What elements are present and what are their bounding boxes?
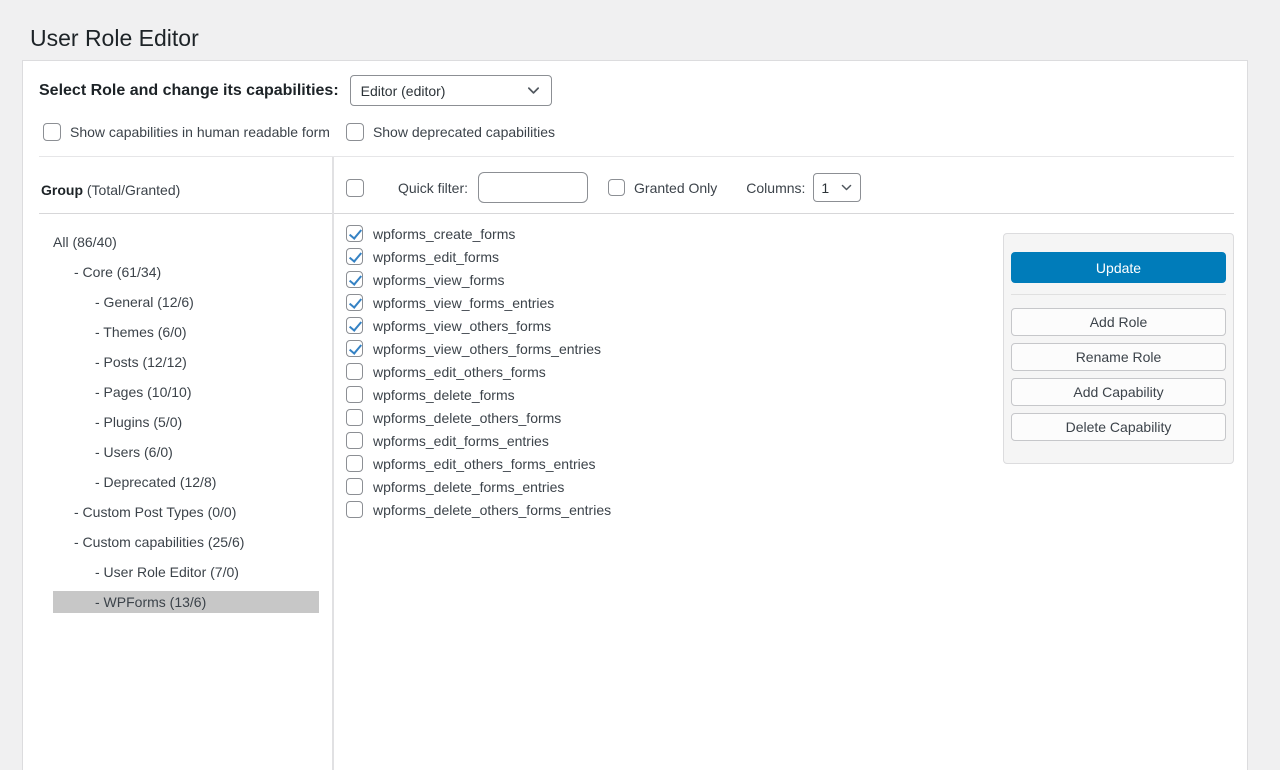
group-tree-item[interactable]: - User Role Editor (7/0) [53,561,319,583]
show-deprecated-checkbox[interactable] [346,123,364,141]
capability-row[interactable]: wpforms_edit_others_forms [346,363,611,380]
capability-row[interactable]: wpforms_edit_forms [346,248,611,265]
capability-label[interactable]: wpforms_delete_others_forms_entries [373,502,611,518]
capability-label[interactable]: wpforms_edit_forms [373,249,499,265]
quick-filter-input[interactable] [478,172,588,203]
capability-checkbox[interactable] [346,363,363,380]
panel-divider [1011,294,1226,295]
group-tree-item[interactable]: - General (12/6) [53,291,319,313]
add-capability-button[interactable]: Add Capability [1011,378,1226,406]
rename-role-button[interactable]: Rename Role [1011,343,1226,371]
capability-row[interactable]: wpforms_edit_forms_entries [346,432,611,449]
group-tree-item[interactable]: All (86/40) [53,231,319,253]
capability-checkbox[interactable] [346,478,363,495]
capability-row[interactable]: wpforms_view_others_forms [346,317,611,334]
capability-row[interactable]: wpforms_delete_forms_entries [346,478,611,495]
capability-checkbox[interactable] [346,432,363,449]
capability-row[interactable]: wpforms_delete_forms [346,386,611,403]
vertical-divider [332,157,334,770]
capability-checkbox[interactable] [346,340,363,357]
role-selector-row: Select Role and change its capabilities:… [39,75,552,106]
group-tree-item[interactable]: - Custom Post Types (0/0) [53,501,319,523]
page-title: User Role Editor [30,24,199,54]
group-tree-item[interactable]: - Themes (6/0) [53,321,319,343]
capability-checkbox[interactable] [346,409,363,426]
group-tree-item[interactable]: - WPForms (13/6) [53,591,319,613]
human-readable-toggle[interactable]: Show capabilities in human readable form [43,123,330,141]
columns-label: Columns: [746,180,805,196]
select-all-checkbox[interactable] [346,179,364,197]
capability-label[interactable]: wpforms_edit_others_forms [373,364,546,380]
capability-checkbox[interactable] [346,294,363,311]
filter-bar: Quick filter: Granted Only Columns: 1 [346,172,861,203]
actions-panel: Update Add Role Rename Role Add Capabili… [1003,233,1234,464]
capability-row[interactable]: wpforms_view_forms [346,271,611,288]
chevron-down-icon [840,181,853,194]
capability-checkbox[interactable] [346,386,363,403]
horizontal-divider [39,156,1234,157]
capability-row[interactable]: wpforms_delete_others_forms_entries [346,501,611,518]
group-tree-item[interactable]: - Custom capabilities (25/6) [53,531,319,553]
capability-row[interactable]: wpforms_create_forms [346,225,611,242]
capability-row[interactable]: wpforms_edit_others_forms_entries [346,455,611,472]
group-tree-item[interactable]: - Deprecated (12/8) [53,471,319,493]
capability-checkbox[interactable] [346,317,363,334]
group-tree-item[interactable]: - Pages (10/10) [53,381,319,403]
user-role-editor-panel: Select Role and change its capabilities:… [22,60,1248,770]
group-header-suffix: (Total/Granted) [83,182,180,198]
role-select-value: Editor (editor) [361,83,446,99]
capability-label[interactable]: wpforms_edit_others_forms_entries [373,456,596,472]
chevron-down-icon [526,83,541,98]
capability-label[interactable]: wpforms_delete_forms_entries [373,479,564,495]
capability-label[interactable]: wpforms_view_forms [373,272,504,288]
capability-label[interactable]: wpforms_view_others_forms_entries [373,341,601,357]
capability-label[interactable]: wpforms_edit_forms_entries [373,433,549,449]
capability-checkbox[interactable] [346,225,363,242]
update-button[interactable]: Update [1011,252,1226,283]
group-tree-item[interactable]: - Users (6/0) [53,441,319,463]
group-tree-item[interactable]: - Posts (12/12) [53,351,319,373]
capability-label[interactable]: wpforms_delete_forms [373,387,515,403]
human-readable-checkbox[interactable] [43,123,61,141]
horizontal-divider [39,213,1234,214]
granted-only-checkbox[interactable] [608,179,625,196]
human-readable-label[interactable]: Show capabilities in human readable form [70,124,330,140]
quick-filter-label: Quick filter: [398,180,468,196]
groups-tree: All (86/40) - Core (61/34) - General (12/6… [23,231,332,621]
role-select[interactable]: Editor (editor) [350,75,552,106]
capability-label[interactable]: wpforms_view_others_forms [373,318,551,334]
delete-capability-button[interactable]: Delete Capability [1011,413,1226,441]
capability-row[interactable]: wpforms_view_others_forms_entries [346,340,611,357]
role-selector-label: Select Role and change its capabilities: [39,82,339,100]
capability-row[interactable]: wpforms_delete_others_forms [346,409,611,426]
capability-checkbox[interactable] [346,248,363,265]
columns-select-value: 1 [821,180,829,196]
show-deprecated-label[interactable]: Show deprecated capabilities [373,124,555,140]
capability-row[interactable]: wpforms_view_forms_entries [346,294,611,311]
capability-checkbox[interactable] [346,271,363,288]
granted-only-label[interactable]: Granted Only [634,180,717,196]
capability-label[interactable]: wpforms_view_forms_entries [373,295,554,311]
group-tree-item[interactable]: - Plugins (5/0) [53,411,319,433]
group-tree-item[interactable]: - Core (61/34) [53,261,319,283]
display-options-row: Show capabilities in human readable form… [43,123,555,141]
add-role-button[interactable]: Add Role [1011,308,1226,336]
show-deprecated-toggle[interactable]: Show deprecated capabilities [346,123,555,141]
capability-checkbox[interactable] [346,501,363,518]
capability-label[interactable]: wpforms_delete_others_forms [373,410,561,426]
columns-select[interactable]: 1 [813,173,861,202]
capability-label[interactable]: wpforms_create_forms [373,226,515,242]
group-header-bold: Group [41,182,83,198]
capabilities-list: wpforms_create_forms wpforms_edit_formswp… [346,225,611,524]
capability-checkbox[interactable] [346,455,363,472]
group-column-header: Group (Total/Granted) [41,182,180,198]
